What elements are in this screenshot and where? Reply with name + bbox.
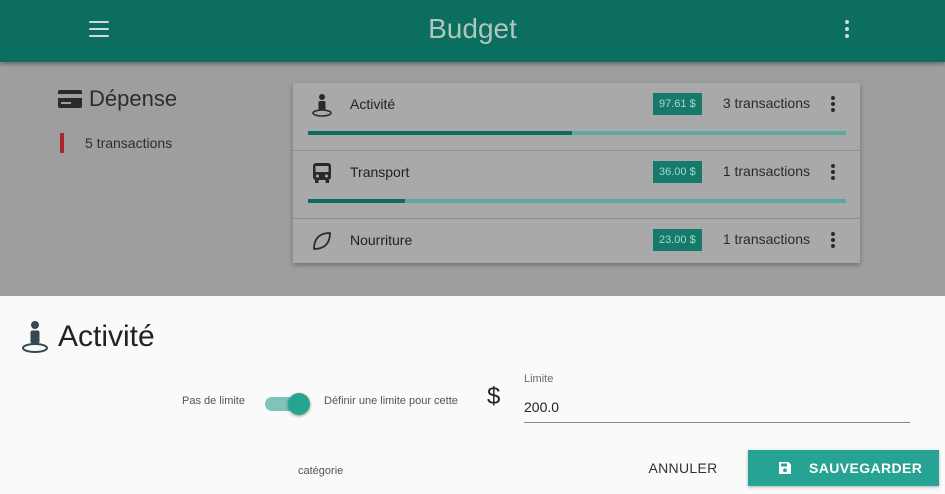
category-name: Transport: [350, 164, 410, 180]
category-name: Nourriture: [350, 232, 413, 248]
progress-fill: [308, 199, 405, 203]
amount-badge: 97.61 $: [653, 93, 702, 115]
toggle-thumb: [288, 393, 310, 415]
set-limit-label: Définir une limite pour cette: [324, 395, 458, 407]
progress-fill: [308, 131, 572, 135]
more-options-icon[interactable]: [838, 20, 856, 42]
category-row-transport[interactable]: Transport 36.00 $ 1 transactions: [293, 151, 860, 219]
budget-progress-bar: [308, 199, 846, 203]
row-options-icon[interactable]: [830, 232, 836, 250]
dollar-icon: $: [487, 383, 501, 410]
row-options-icon[interactable]: [830, 96, 836, 114]
cancel-button[interactable]: ANNULER: [640, 450, 726, 486]
save-icon: [779, 462, 791, 474]
bus-icon: [313, 163, 331, 183]
sheet-title: Activité: [58, 320, 155, 353]
credit-card-icon: [58, 90, 82, 108]
save-button-label: SAUVEGARDER: [809, 460, 923, 476]
app-title: Budget: [428, 13, 517, 44]
leaf-icon: [313, 232, 331, 250]
transaction-count: 1 transactions: [722, 163, 810, 179]
category-list: Activité 97.61 $ 3 transactions Transpor…: [293, 83, 860, 263]
amount-badge: 36.00 $: [653, 161, 702, 183]
edit-category-sheet: Activité Pas de limite Définir une limit…: [0, 296, 945, 494]
app-bar: Budget: [0, 0, 945, 62]
budget-progress-bar: [308, 131, 846, 135]
limit-toggle[interactable]: [265, 393, 313, 415]
limit-field-label: Limite: [524, 373, 554, 385]
no-limit-label: Pas de limite: [182, 395, 245, 407]
row-options-icon[interactable]: [830, 164, 836, 182]
transaction-count: 1 transactions: [722, 231, 810, 247]
transaction-count: 3 transactions: [722, 95, 810, 111]
person-pin-icon: [22, 321, 48, 353]
save-button[interactable]: SAUVEGARDER: [748, 450, 939, 486]
limit-input[interactable]: [524, 391, 910, 423]
category-row-activite[interactable]: Activité 97.61 $ 3 transactions: [293, 83, 860, 151]
category-name: Activité: [350, 96, 396, 112]
depense-transaction-count: 5 transactions: [85, 135, 173, 151]
category-row-nourriture[interactable]: Nourriture 23.00 $ 1 transactions: [293, 219, 860, 263]
depense-title: Dépense: [89, 86, 178, 111]
person-pin-icon: [312, 94, 332, 117]
amount-badge: 23.00 $: [653, 229, 702, 251]
set-limit-label-continued: catégorie: [298, 465, 344, 477]
depense-color-marker: [60, 133, 64, 153]
